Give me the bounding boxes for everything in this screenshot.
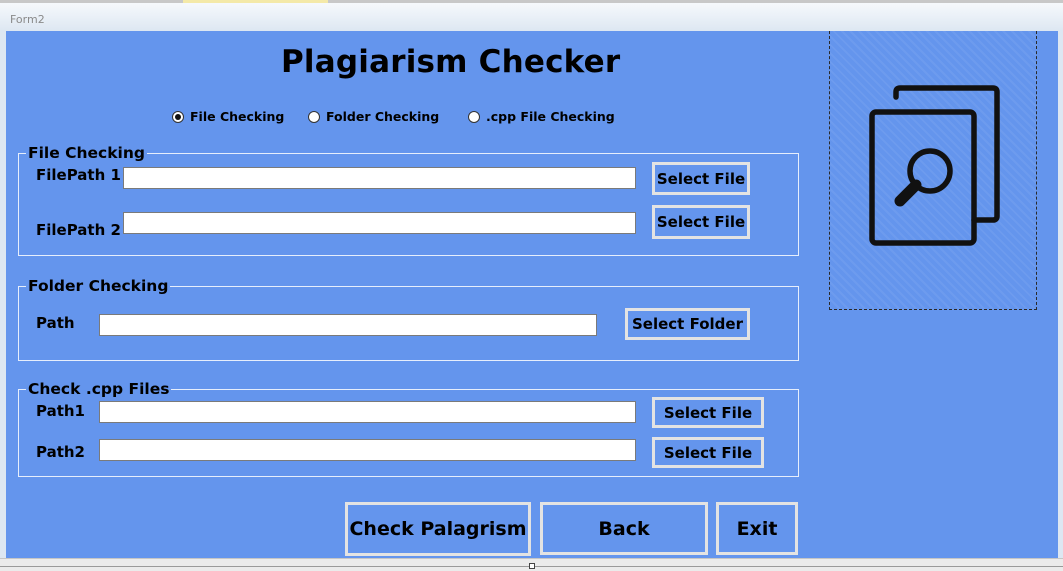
cpp-path1-input[interactable] — [99, 401, 636, 423]
check-plagiarism-button[interactable]: Check Palagrism — [345, 502, 531, 556]
radio-folder-checking[interactable]: Folder Checking — [308, 109, 439, 124]
exit-button[interactable]: Exit — [716, 502, 798, 555]
filepath2-label: FilePath 2 — [36, 221, 121, 239]
back-button[interactable]: Back — [540, 502, 708, 555]
filepath1-label: FilePath 1 — [36, 166, 121, 184]
folder-path-input[interactable] — [99, 314, 597, 336]
select-folder-button[interactable]: Select Folder — [625, 308, 750, 340]
cpp-select-file-2-button[interactable]: Select File — [652, 437, 764, 468]
radio-file-checking[interactable]: File Checking — [172, 109, 284, 124]
radio-label: .cpp File Checking — [486, 109, 615, 124]
logo-picture-box — [829, 31, 1037, 310]
radio-cpp-file-checking[interactable]: .cpp File Checking — [468, 109, 615, 124]
window-title: Form2 — [10, 13, 45, 26]
title-bar: Form2 — [0, 3, 1063, 31]
cpp-path2-label: Path2 — [36, 443, 85, 461]
filepath1-input[interactable] — [123, 167, 636, 189]
group-title: Folder Checking — [26, 277, 171, 295]
document-search-icon — [869, 85, 1000, 246]
resize-handle[interactable] — [529, 563, 535, 569]
cpp-path2-input[interactable] — [99, 439, 636, 461]
select-file-1-button[interactable]: Select File — [652, 162, 750, 195]
page-title: Plagiarism Checker — [281, 44, 621, 80]
radio-button[interactable] — [308, 110, 320, 123]
cpp-select-file-1-button[interactable]: Select File — [652, 397, 764, 428]
window-right-edge — [1058, 31, 1063, 558]
radio-label: Folder Checking — [326, 109, 440, 124]
cpp-path1-label: Path1 — [36, 402, 85, 420]
radio-label: File Checking — [190, 109, 285, 124]
folder-path-label: Path — [36, 314, 75, 332]
filepath2-input[interactable] — [123, 212, 636, 234]
bottom-strip — [0, 558, 1063, 571]
group-title: File Checking — [26, 144, 147, 162]
radio-button-checked[interactable] — [172, 110, 184, 123]
select-file-2-button[interactable]: Select File — [652, 205, 750, 239]
group-title: Check .cpp Files — [26, 380, 172, 398]
radio-button[interactable] — [468, 110, 480, 123]
